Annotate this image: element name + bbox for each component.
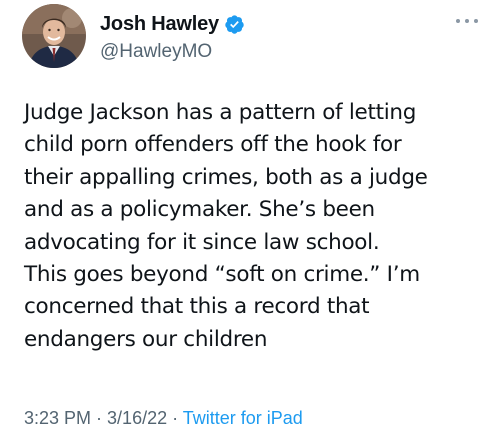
- tweet-card: Josh Hawley @HawleyMO Judge Jackson has …: [0, 0, 500, 444]
- avatar[interactable]: [22, 4, 86, 68]
- meta-separator: ·: [91, 408, 108, 428]
- tweet-text-line: endangers our children: [24, 326, 268, 352]
- more-horizontal-icon[interactable]: [456, 16, 478, 26]
- tweet-text-line: child porn offenders off the hook for: [24, 132, 402, 158]
- more-dot: [474, 19, 478, 23]
- more-dot: [465, 19, 469, 23]
- author-display-name[interactable]: Josh Hawley: [100, 13, 219, 36]
- tweet-time[interactable]: 3:23 PM: [24, 408, 91, 428]
- verified-badge-icon: [224, 14, 245, 35]
- tweet-header: Josh Hawley @HawleyMO: [22, 2, 482, 74]
- tweet-source-link[interactable]: Twitter for iPad: [183, 408, 303, 428]
- tweet-text-line: concerned that this a record that: [24, 294, 370, 320]
- tweet-text-line: and as a policymaker. She’s been: [24, 197, 375, 223]
- tweet-text-line: This goes beyond “soft on crime.” I’m: [24, 262, 420, 288]
- tweet-text-line: their appalling crimes, both as a judge: [24, 164, 428, 190]
- meta-separator: ·: [167, 408, 183, 428]
- tweet-meta: 3:23 PM · 3/16/22 · Twitter for iPad: [24, 408, 303, 429]
- tweet-text-line: Judge Jackson has a pattern of letting: [24, 100, 417, 125]
- author-handle[interactable]: @HawleyMO: [100, 41, 245, 63]
- tweet-text: Judge Jackson has a pattern of letting c…: [24, 97, 484, 356]
- tweet-date[interactable]: 3/16/22: [107, 408, 167, 428]
- tweet-text-line: advocating for it since law school.: [24, 229, 380, 255]
- name-row: Josh Hawley: [100, 12, 245, 36]
- author-names: Josh Hawley @HawleyMO: [100, 12, 245, 63]
- more-dot: [456, 19, 460, 23]
